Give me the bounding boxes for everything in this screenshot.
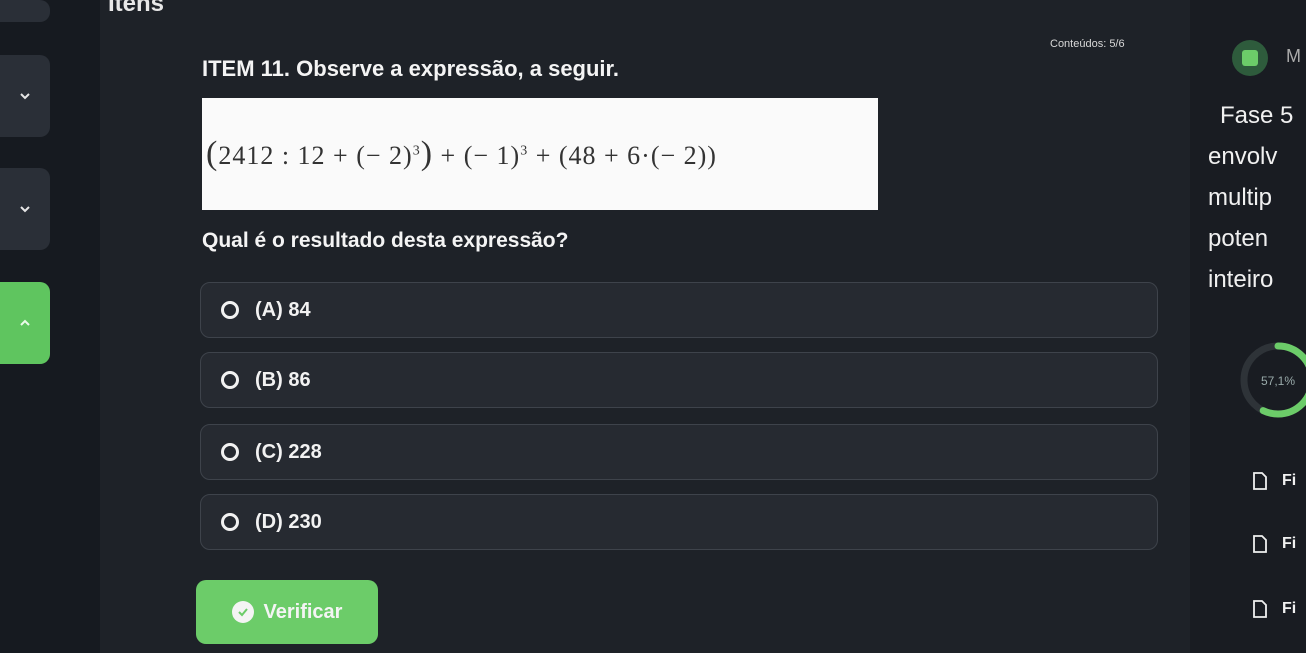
sidebar-expand-button-1[interactable] (0, 55, 50, 137)
chevron-down-icon (20, 93, 30, 100)
expr-part: ( (206, 135, 219, 172)
verify-button[interactable]: Verificar (196, 580, 378, 644)
phase-desc-line: poten (1208, 225, 1269, 252)
expr-exponent: 3 (520, 143, 529, 159)
question-prompt: Qual é o resultado desta expressão? (202, 229, 569, 252)
expr-part: 2412 : 12 + (− 2) (218, 141, 413, 170)
document-icon (1242, 50, 1258, 66)
file-label: Fi (1282, 600, 1297, 617)
radio-button[interactable] (221, 371, 239, 389)
progress-ring: 57,1% (1240, 342, 1306, 418)
expr-exponent: 3 (412, 143, 421, 159)
option-label: (A) 84 (255, 298, 311, 321)
items-heading: Itens (108, 0, 165, 17)
verify-label: Verificar (263, 600, 343, 623)
expr-part: ) (420, 135, 434, 172)
expression-box: (2412 : 12 + (− 2)3) + (− 1)3 + (48 + 6·… (202, 98, 878, 210)
file-label: Fi (1282, 472, 1297, 489)
phase-icon[interactable] (1232, 40, 1268, 76)
sidebar-button-top[interactable] (0, 0, 50, 22)
radio-button[interactable] (221, 513, 239, 531)
content-count: Conteúdos: 5/6 (1050, 38, 1125, 50)
expr-part: + (− 1) (433, 141, 521, 170)
option-c[interactable]: (C) 228 (200, 424, 1158, 480)
file-item[interactable]: Fi (1252, 600, 1296, 618)
file-item[interactable]: Fi (1252, 535, 1296, 553)
right-panel: M Fase 5 envolv multip poten inteiro 57,… (1190, 0, 1306, 653)
option-d[interactable]: (D) 230 (200, 494, 1158, 550)
question-title: ITEM 11. Observe a expressão, a seguir. (202, 56, 620, 81)
radio-button[interactable] (221, 443, 239, 461)
sidebar-expand-button-2[interactable] (0, 168, 50, 250)
file-icon (1253, 600, 1267, 618)
chevron-up-icon (20, 319, 30, 326)
progress-text: 57,1% (1261, 374, 1295, 388)
option-label: (D) 230 (255, 510, 322, 533)
chevron-down-icon (20, 206, 30, 213)
option-a[interactable]: (A) 84 (200, 282, 1158, 338)
phase-desc-line: envolv (1208, 143, 1278, 170)
math-expression: (2412 : 12 + (− 2)3) + (− 1)3 + (48 + 6·… (206, 135, 717, 173)
phase-title: Fase 5 (1220, 102, 1294, 129)
radio-button[interactable] (221, 301, 239, 319)
check-circle-icon (231, 601, 254, 623)
file-label: Fi (1282, 535, 1297, 552)
sidebar-collapse-button[interactable] (0, 282, 50, 364)
option-label: (B) 86 (255, 368, 311, 391)
file-icon (1253, 472, 1267, 490)
phase-desc-line: inteiro (1208, 266, 1274, 293)
file-icon (1253, 535, 1267, 553)
phase-desc-line: multip (1208, 184, 1273, 211)
file-item[interactable]: Fi (1252, 472, 1296, 490)
panel-letter: M (1286, 46, 1301, 66)
option-b[interactable]: (B) 86 (200, 352, 1158, 408)
expr-part: + (48 + 6·(− 2)) (528, 141, 717, 170)
option-label: (C) 228 (255, 440, 322, 463)
sidebar (0, 0, 100, 653)
